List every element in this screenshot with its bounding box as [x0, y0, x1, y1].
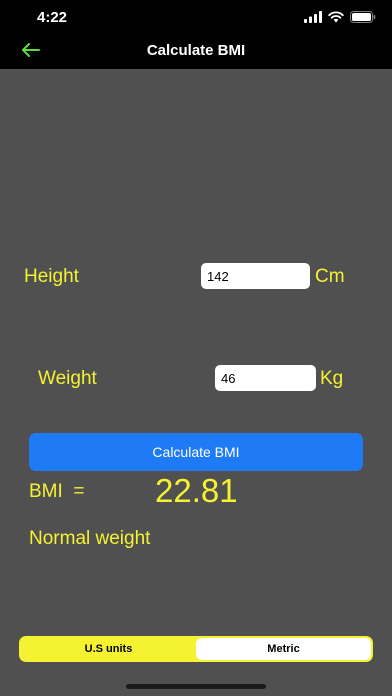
bmi-label: BMI = — [29, 481, 85, 502]
bmi-value: 22.81 — [155, 472, 238, 509]
units-segmented-control: U.S units Metric — [19, 636, 373, 662]
calculate-bmi-button[interactable]: Calculate BMI — [29, 433, 363, 471]
height-label: Height — [24, 266, 79, 287]
weight-label: Weight — [38, 368, 97, 389]
bmi-screen: 4:22 Calculate BMI Height 142 Cm Weight … — [0, 0, 392, 696]
weight-unit-label: Kg — [320, 368, 344, 389]
status-icons — [304, 11, 376, 23]
signal-icon — [304, 11, 322, 23]
status-time: 4:22 — [37, 9, 68, 26]
bmi-category: Normal weight — [29, 528, 151, 549]
top-bar: 4:22 Calculate BMI — [0, 0, 392, 69]
segment-metric[interactable]: Metric — [196, 638, 371, 660]
height-unit-label: Cm — [315, 266, 345, 287]
wifi-icon — [328, 11, 344, 23]
battery-icon — [350, 11, 376, 23]
home-indicator — [126, 684, 266, 689]
segment-us-units[interactable]: U.S units — [21, 638, 196, 660]
page-title: Calculate BMI — [146, 42, 246, 59]
height-input[interactable] — [201, 263, 310, 289]
weight-input[interactable] — [215, 365, 316, 391]
